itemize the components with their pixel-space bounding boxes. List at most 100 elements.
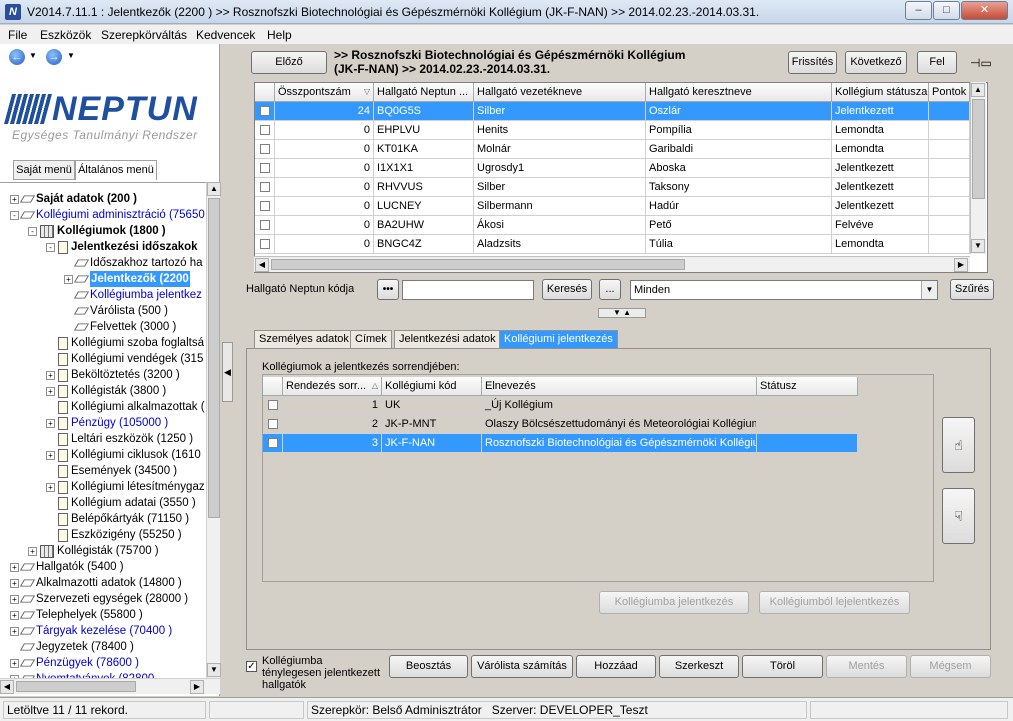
header-checkbox-cell[interactable] bbox=[263, 377, 283, 396]
table-row[interactable]: 0 BNGC4Z Aladzsits Túlia Lemondta bbox=[255, 235, 970, 254]
filter-dots-button[interactable]: ••• bbox=[377, 279, 399, 300]
scroll-up-icon[interactable]: ▲ bbox=[207, 182, 221, 196]
expand-icon[interactable]: + bbox=[10, 626, 19, 636]
collapse-icon[interactable]: - bbox=[28, 226, 37, 236]
tree-item[interactable]: Kollégiumi szoba foglaltsá bbox=[46, 335, 204, 351]
checkbox[interactable] bbox=[259, 182, 270, 192]
expand-icon[interactable]: + bbox=[10, 578, 19, 588]
splitter-arrows-icon[interactable]: ▼ ▲ bbox=[598, 308, 646, 318]
up-button[interactable]: Fel bbox=[917, 51, 957, 74]
tab-szemelyes-adatok[interactable]: Személyes adatok bbox=[254, 330, 354, 349]
table-row[interactable]: 2 JK-P-MNT Olaszy Bölcsészettudományi és M… bbox=[263, 415, 858, 434]
column-header[interactable]: Összpontszám ▽ bbox=[275, 83, 374, 102]
save-button[interactable]: Mentés bbox=[826, 655, 907, 678]
checkbox[interactable] bbox=[259, 220, 270, 230]
menu-szerepkorvaltas[interactable]: Szerepkörváltás bbox=[101, 28, 187, 42]
checkbox[interactable] bbox=[267, 400, 278, 410]
tab-cimek[interactable]: Címek bbox=[350, 330, 392, 349]
filter-select[interactable]: Minden ▼ bbox=[630, 280, 938, 300]
tree-item[interactable]: Kollégium adatai (3550 ) bbox=[46, 495, 196, 511]
add-button[interactable]: Hozzáad bbox=[576, 655, 656, 678]
forward-icon[interactable]: → bbox=[46, 49, 62, 65]
row-checkbox[interactable] bbox=[255, 235, 275, 254]
waitlist-calc-button[interactable]: Várólista számítás bbox=[471, 655, 573, 678]
tree-item[interactable]: Kollégiumi alkalmazottak ( bbox=[46, 399, 205, 415]
tree-hscroll-thumb[interactable] bbox=[16, 681, 136, 692]
grid-vertical-scrollbar[interactable]: ▲ ▼ bbox=[970, 82, 986, 254]
table-row[interactable]: 3 JK-F-NAN Rosznofszki Biotechnológiai és … bbox=[263, 434, 858, 453]
forward-dropdown-icon[interactable]: ▼ bbox=[67, 51, 75, 60]
maximize-icon[interactable]: □ bbox=[933, 1, 960, 20]
unregister-dorm-button[interactable]: Kollégiumból lejelentkezés bbox=[759, 591, 910, 614]
column-header[interactable]: Rendezés sorr... △ bbox=[283, 377, 382, 396]
tree-vertical-scrollbar[interactable]: ▲ ▼ bbox=[206, 182, 221, 678]
row-checkbox[interactable] bbox=[255, 102, 275, 121]
table-row[interactable]: 0 RHVVUS Silber Taksony Jelentkezett bbox=[255, 178, 970, 197]
tab-kollegiumi-jelentkezes[interactable]: Kollégiumi jelentkezés bbox=[499, 330, 618, 349]
tree-item[interactable]: Események (34500 ) bbox=[46, 463, 177, 479]
cancel-button[interactable]: Mégsem bbox=[910, 655, 991, 678]
tree-item[interactable]: + Kollégisták (75700 ) bbox=[28, 543, 159, 559]
scroll-left-icon[interactable]: ◀ bbox=[0, 680, 14, 694]
row-checkbox[interactable] bbox=[255, 178, 275, 197]
neptun-code-input[interactable] bbox=[402, 280, 534, 300]
table-row[interactable]: 0 I1X1X1 Ugrosdy1 Aboska Jelentkezett bbox=[255, 159, 970, 178]
refresh-button[interactable]: Frissítés bbox=[788, 51, 837, 74]
checkbox[interactable] bbox=[259, 201, 270, 211]
tree-item[interactable]: Várólista (500 ) bbox=[64, 303, 168, 319]
collapse-left-pane-icon[interactable]: ◀ bbox=[222, 342, 233, 402]
edit-button[interactable]: Szerkeszt bbox=[659, 655, 739, 678]
table-row[interactable]: 24 BQ0G5S Silber Oszlár Jelentkezett bbox=[255, 102, 970, 121]
expand-icon[interactable]: + bbox=[46, 418, 55, 428]
table-row[interactable]: 0 BA2UHW Ákosi Pető Felvéve bbox=[255, 216, 970, 235]
scroll-right-icon[interactable]: ▶ bbox=[954, 258, 968, 272]
expand-icon[interactable]: + bbox=[28, 546, 37, 556]
expand-icon[interactable]: + bbox=[46, 370, 55, 380]
scroll-right-icon[interactable]: ▶ bbox=[190, 680, 204, 694]
prev-button[interactable]: Előző bbox=[251, 51, 327, 74]
expand-icon[interactable]: + bbox=[10, 594, 19, 604]
delete-button[interactable]: Töröl bbox=[742, 655, 823, 678]
grid-hscroll-thumb[interactable] bbox=[271, 259, 685, 270]
back-dropdown-icon[interactable]: ▼ bbox=[29, 51, 37, 60]
tree-item[interactable]: + Saját adatok (200 ) bbox=[10, 191, 137, 207]
close-icon[interactable]: ✕ bbox=[961, 1, 1008, 20]
actually-registered-checkbox[interactable]: ✓ bbox=[246, 661, 257, 672]
tree-item[interactable]: - Kollégiumok (1800 ) bbox=[28, 223, 166, 239]
row-checkbox[interactable] bbox=[263, 415, 283, 434]
expand-icon[interactable]: + bbox=[46, 386, 55, 396]
checkbox[interactable] bbox=[259, 163, 270, 173]
tree-item[interactable]: + Pénzügy (105000 ) bbox=[46, 415, 168, 431]
checkbox[interactable] bbox=[259, 125, 270, 135]
column-header[interactable]: Elnevezés bbox=[482, 377, 757, 396]
tree-item[interactable]: Eszközigény (55250 ) bbox=[46, 527, 182, 543]
tree-item[interactable]: +Nyomtatványok (82800 bbox=[10, 671, 154, 678]
collapse-icon[interactable]: - bbox=[10, 210, 19, 220]
next-button[interactable]: Következő bbox=[845, 51, 907, 74]
expand-icon[interactable]: + bbox=[46, 482, 55, 492]
minimize-icon[interactable]: – bbox=[905, 1, 932, 20]
menu-help[interactable]: Help bbox=[267, 28, 292, 42]
tree-item[interactable]: Kollégiumi vendégek (315 bbox=[46, 351, 203, 367]
back-icon[interactable]: ← bbox=[9, 49, 25, 65]
column-header[interactable]: Kollégiumi kód bbox=[382, 377, 482, 396]
checkbox[interactable] bbox=[267, 419, 278, 429]
checkbox[interactable] bbox=[259, 239, 270, 249]
beosztas-button[interactable]: Beosztás bbox=[389, 655, 468, 678]
search-button[interactable]: Keresés bbox=[542, 279, 592, 300]
tab-jelentkezesi-adatok[interactable]: Jelentkezési adatok bbox=[394, 330, 501, 349]
pin-icon[interactable]: ⊣▭ bbox=[970, 56, 992, 70]
checkbox[interactable] bbox=[259, 106, 270, 116]
move-down-icon[interactable]: ☟ bbox=[942, 488, 975, 544]
tree-item[interactable]: + Kollégisták (3800 ) bbox=[46, 383, 166, 399]
table-row[interactable]: 0 EHPLVU Henits Pompília Lemondta bbox=[255, 121, 970, 140]
table-row[interactable]: 0 LUCNEY Silbermann Hadúr Jelentkezett bbox=[255, 197, 970, 216]
tree-item[interactable]: + Kollégiumi létesítménygaz bbox=[46, 479, 205, 495]
column-header[interactable]: Státusz bbox=[757, 377, 858, 396]
tree-item[interactable]: + Beköltöztetés (3200 ) bbox=[46, 367, 180, 383]
row-checkbox[interactable] bbox=[255, 121, 275, 140]
tree-horizontal-scrollbar[interactable]: ◀ ▶ bbox=[0, 678, 220, 694]
column-header[interactable]: Hallgató Neptun ... bbox=[374, 83, 474, 102]
tree-item[interactable]: Kollégiumba jelentkez bbox=[64, 287, 202, 303]
column-header[interactable]: Pontok bbox=[929, 83, 970, 102]
